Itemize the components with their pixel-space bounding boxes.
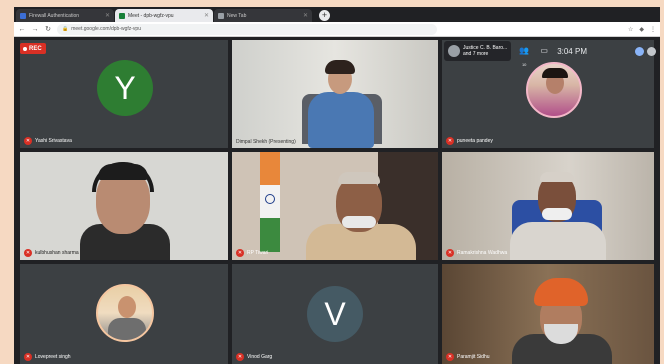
participant-name: Yashi Srivastava (35, 138, 72, 144)
mic-off-icon: ✕ (236, 353, 244, 361)
meet-video-grid: REC Y ✕ Yashi Srivastava Dimpal Shekh (P… (14, 38, 660, 364)
browser-toolbar-icons: ☆ ◆ ⋮ (628, 26, 656, 33)
extension-icon[interactable]: ◆ (639, 26, 644, 33)
mic-off-icon: ✕ (236, 249, 244, 257)
hair-shape (542, 68, 568, 78)
people-icon[interactable]: 👥10 (517, 44, 531, 67)
record-dot-icon (23, 46, 27, 51)
menu-icon[interactable]: ⋮ (650, 26, 656, 33)
mic-off-icon: ✕ (24, 353, 32, 361)
person-hair (325, 60, 355, 74)
participant-name: Ramakrishna Wadhwa (457, 250, 508, 256)
participant-name-label: ✕ Lovepreet singh (24, 353, 71, 361)
chat-icon[interactable]: ▭ (537, 44, 551, 58)
avatar: Y (97, 60, 153, 116)
participant-name: Paramjit Sidhu (457, 354, 490, 360)
favicon-icon (218, 12, 224, 19)
reload-icon[interactable]: ↻ (44, 25, 52, 33)
person-hair (338, 172, 380, 184)
participant-name-label: ✕ Paramjit Sidhu (446, 353, 490, 361)
tab-title: Firewall Authentication (29, 12, 80, 19)
address-bar: ← → ↻ 🔒 meet.google.com/dpb-wgfz-vpu ☆ ◆… (14, 22, 660, 37)
star-icon[interactable]: ☆ (628, 26, 633, 33)
mic-off-icon: ✕ (446, 137, 454, 145)
clock-time: 3:04 PM (557, 46, 587, 56)
tray-icons (635, 46, 656, 56)
face-shape (118, 296, 136, 318)
back-arrow-icon[interactable]: ← (18, 26, 26, 33)
presenter-text: Justice C. B. Baro... and 7 more (463, 45, 507, 57)
meet-favicon-icon (119, 12, 125, 19)
person-body (510, 222, 606, 260)
participant-tile[interactable]: ✕ Ramakrishna Wadhwa (442, 152, 654, 260)
lock-icon: 🔒 (62, 26, 69, 32)
participant-tile[interactable]: ✕ RP Tiwari (232, 152, 438, 260)
screen-frame: Firewall Authentication ✕ Meet - dpb-wgf… (14, 7, 660, 364)
participants-count: 10 (521, 62, 527, 67)
mic-off-icon: ✕ (24, 137, 32, 145)
participant-tile[interactable]: Dimpal Shekh (Presenting) (232, 40, 438, 148)
settings-icon[interactable] (647, 46, 656, 56)
meet-top-bar: Justice C. B. Baro... and 7 more 👥10 ▭ 3… (441, 38, 660, 67)
browser-tab-bar: Firewall Authentication ✕ Meet - dpb-wgf… (14, 7, 660, 22)
mic-off-icon: ✕ (24, 249, 32, 257)
participant-tile[interactable]: ✕ Lovepreet singh (20, 264, 228, 364)
mask-shape (342, 216, 376, 228)
forward-arrow-icon[interactable]: → (31, 26, 39, 33)
participant-tile[interactable]: Y ✕ Yashi Srivastava (20, 40, 228, 148)
participant-name-label: ✕ puneeta pandey (446, 137, 493, 145)
person-hair (540, 172, 574, 182)
avatar (96, 284, 154, 342)
body-shape (108, 318, 146, 340)
tab-title: New Tab (227, 12, 247, 19)
activity-icon[interactable] (635, 46, 644, 56)
participant-name: RP Tiwari (247, 250, 269, 256)
rec-label: REC (29, 45, 42, 52)
participant-name-label: ✕ kulbhushan sharma (24, 249, 79, 257)
avatar (526, 62, 582, 118)
url-omnibox[interactable]: 🔒 meet.google.com/dpb-wgfz-vpu (57, 23, 437, 35)
participant-name-label: ✕ Vinod Garg (236, 353, 272, 361)
browser-tab-meet[interactable]: Meet - dpb-wgfz-vpu ✕ (115, 9, 213, 22)
mask-shape (542, 208, 572, 220)
participant-name: kulbhushan sharma (35, 250, 79, 256)
flag-chakra-icon (265, 194, 275, 204)
avatar: V (307, 286, 363, 342)
participant-name: puneeta pandey (457, 138, 493, 144)
participant-tile[interactable]: ✕ Paramjit Sidhu (442, 264, 654, 364)
browser-tab-newtab[interactable]: New Tab ✕ (214, 9, 312, 22)
presenter-more: and 7 more (463, 51, 489, 57)
favicon-icon (20, 12, 26, 19)
participant-name-label: Dimpal Shekh (Presenting) (236, 139, 296, 145)
mic-off-icon: ✕ (446, 249, 454, 257)
participant-name: Lovepreet singh (35, 354, 71, 360)
person-hair (98, 164, 148, 180)
recording-badge: REC (20, 43, 46, 54)
presenter-avatar (448, 45, 460, 57)
participant-tile[interactable]: V ✕ Vinod Garg (232, 264, 438, 364)
participant-name: Vinod Garg (247, 354, 273, 360)
person-body (308, 92, 374, 148)
close-tab-icon[interactable]: ✕ (303, 12, 308, 19)
close-tab-icon[interactable]: ✕ (204, 12, 209, 19)
url-text: meet.google.com/dpb-wgfz-vpu (71, 26, 141, 32)
participant-tile[interactable]: ✕ kulbhushan sharma (20, 152, 228, 260)
presenter-chip[interactable]: Justice C. B. Baro... and 7 more (444, 41, 512, 61)
browser-tab-firewall[interactable]: Firewall Authentication ✕ (16, 9, 114, 22)
new-tab-button[interactable]: + (319, 10, 330, 21)
close-tab-icon[interactable]: ✕ (105, 12, 110, 19)
participant-name-label: ✕ Yashi Srivastava (24, 137, 72, 145)
participant-name-label: ✕ Ramakrishna Wadhwa (446, 249, 507, 257)
participant-name: Dimpal Shekh (Presenting) (236, 139, 296, 145)
mic-off-icon: ✕ (446, 353, 454, 361)
tab-title: Meet - dpb-wgfz-vpu (128, 12, 174, 19)
participant-name-label: ✕ RP Tiwari (236, 249, 268, 257)
